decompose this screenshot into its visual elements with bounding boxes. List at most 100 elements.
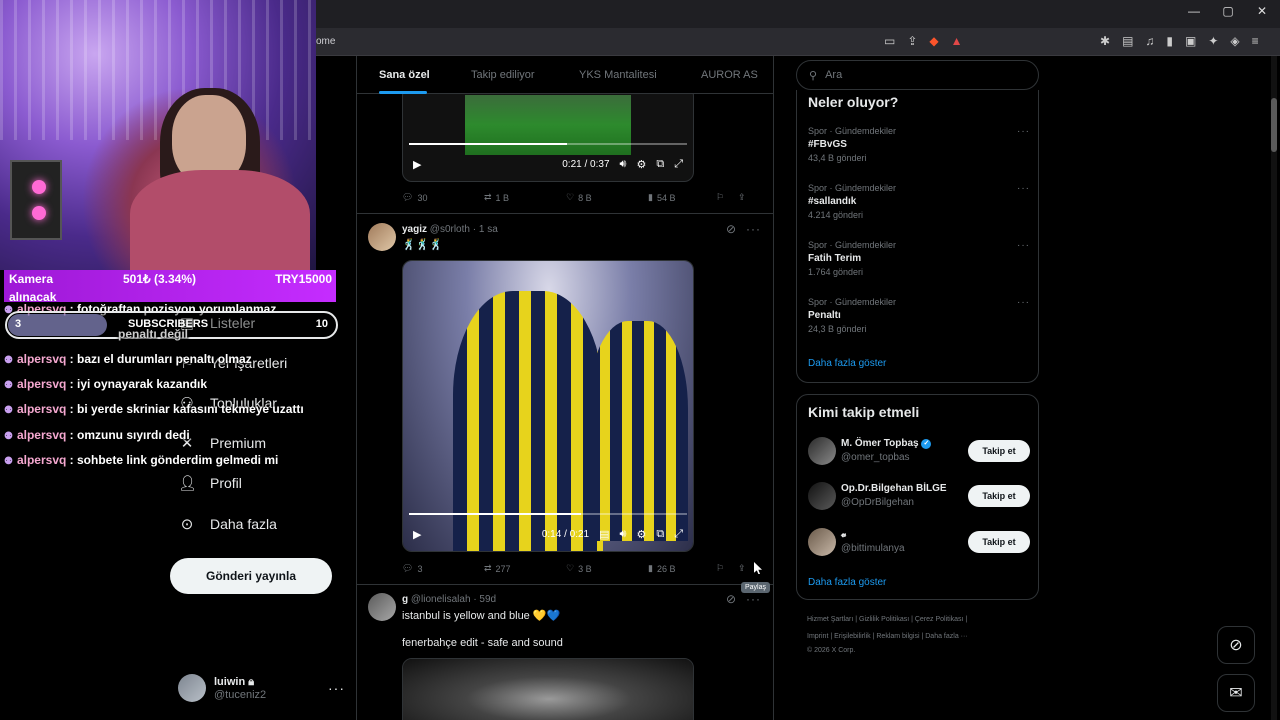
pip-icon[interactable]: ⧉ [656, 158, 664, 171]
fullscreen-icon[interactable]: ⤢ [674, 158, 683, 171]
trend-category: Spor · Gündemdekiler [808, 183, 897, 193]
views-button[interactable]: ▮ 26 B [648, 563, 716, 574]
tweet-author-name[interactable]: g [402, 594, 408, 605]
scrollbar-thumb[interactable] [1271, 98, 1277, 152]
play-icon[interactable]: ▶ [413, 528, 421, 541]
post-button[interactable]: Gönderi yayınla [170, 558, 332, 594]
sidebar-icon[interactable]: ▮ [1166, 34, 1173, 48]
brave-shield-icon[interactable]: ◆ [929, 34, 938, 48]
retweet-button[interactable]: ⇄ 277 [484, 563, 566, 574]
grok-button[interactable]: ⊘ [1217, 626, 1255, 664]
trend-more-icon[interactable]: ··· [1017, 183, 1030, 194]
leo-icon[interactable]: ✦ [1208, 34, 1218, 48]
trend-item[interactable]: Spor · Gündemdekiler #sallandık 4.214 gö… [808, 183, 1030, 220]
nav-item-premium[interactable]: ✕ Premium [178, 434, 266, 452]
tweet-video[interactable] [402, 658, 694, 720]
page-scrollbar[interactable] [1271, 56, 1277, 720]
fullscreen-icon[interactable]: ⤢ [674, 528, 683, 541]
captions-icon[interactable]: ▤ [599, 528, 609, 541]
toolbar-icons: ✱ ▤ ♫ ▮ ▣ ✦ ◈ ≡ [1100, 34, 1259, 48]
tab-following[interactable]: Takip ediliyor [471, 69, 535, 81]
follow-button[interactable]: Takip et [968, 531, 1030, 553]
bookmark-button[interactable]: ⚐ [716, 192, 738, 203]
tweet-more-icon[interactable]: ··· [746, 222, 761, 236]
video-progress[interactable] [409, 143, 687, 145]
reply-button[interactable]: 💬︎ 3 [402, 563, 484, 574]
tweet-author-name[interactable]: yagiz [402, 224, 427, 235]
volume-icon[interactable]: 🔊︎ [620, 528, 627, 541]
chat-user: alpersvq [16, 402, 67, 416]
reply-button[interactable]: 💬︎ 30 [402, 192, 484, 203]
search-input[interactable]: Ara [825, 69, 842, 81]
url-text[interactable]: ome [316, 36, 335, 47]
trend-more-icon[interactable]: ··· [1017, 240, 1030, 251]
retweet-button[interactable]: ⇄ 1 B [484, 192, 566, 203]
trend-item[interactable]: Spor · Gündemdekiler Penaltı 24,3 B gönd… [808, 297, 1030, 334]
brave-rewards-icon[interactable]: ▲ [951, 34, 963, 48]
grok-icon[interactable]: ⊘ [726, 222, 737, 236]
tweet-video[interactable]: ▶ 0:14 / 0:21 ▤ 🔊︎ ⚙ ⧉ ⤢ [402, 260, 694, 552]
timeline: ▶ 0:21 / 0:37 🔊︎ ⚙ ⧉ ⤢ 💬︎ 30 ⇄ 1 B ♡ 8 B ▮ 5… [356, 56, 774, 720]
trend-item[interactable]: Spor · Gündemdekiler Fatih Terim 1.764 g… [808, 240, 1030, 277]
pip-icon[interactable]: ⧉ [656, 528, 664, 541]
volume-icon[interactable]: 🔊︎ [620, 158, 627, 171]
screen: — ▢ ✕ ome ▭ ⇪ ◆ ▲ ✱ ▤ ♫ ▮ ▣ ✦ ◈ ≡ ▤ List… [0, 0, 1280, 720]
tweet-more-icon[interactable]: ··· [746, 592, 761, 606]
nav-item-profile[interactable]: 👤︎ Profil [178, 474, 242, 492]
wallet-icon[interactable]: ▣ [1185, 34, 1196, 48]
follow-suggestion[interactable]: 𝓿 @bittimulanya Takip et [808, 526, 1030, 558]
trend-item[interactable]: Spor · Gündemdekiler #FBvGS 43,4 B gönde… [808, 126, 1030, 163]
account-switcher[interactable]: luiwin 🔒︎ @tuceniz2 [178, 674, 266, 702]
tab-for-you[interactable]: Sana özel [379, 69, 430, 81]
bookmark-button[interactable]: ⚐ [716, 563, 738, 574]
vpn-icon[interactable]: ◈ [1230, 34, 1239, 48]
tweet-author-handle[interactable]: @lionelisalah [411, 594, 471, 605]
follow-button[interactable]: Takip et [968, 485, 1030, 507]
share-button[interactable]: ⇪ [738, 192, 760, 203]
nav-item-more[interactable]: ⊙ Daha fazla [178, 515, 277, 533]
maximize-icon[interactable]: ▢ [1220, 4, 1236, 18]
extensions-icon[interactable]: ✱ [1100, 34, 1110, 48]
menu-icon[interactable]: ≡ [1252, 34, 1259, 48]
donation-title: Kamera [9, 272, 54, 286]
share-icon[interactable]: ⇪ [907, 34, 917, 48]
like-button[interactable]: ♡ 3 B [566, 563, 648, 574]
tab-yks-mantalitesi[interactable]: YKS Mantalitesi [579, 69, 657, 81]
tab-auroras[interactable]: AUROR AS [701, 69, 758, 81]
tweet-author-handle[interactable]: @s0rloth [430, 224, 470, 235]
grok-icon[interactable]: ⊘ [726, 592, 737, 606]
cast-icon[interactable]: ▭ [884, 34, 895, 48]
view-count: 54 B [656, 192, 676, 203]
tweet-video[interactable]: ▶ 0:21 / 0:37 🔊︎ ⚙ ⧉ ⤢ [402, 86, 694, 182]
suggestion-handle: @OpDrBilgehan [841, 497, 914, 508]
footer-links[interactable]: Imprint | Erişilebilirlik | Reklam bilgi… [807, 633, 968, 640]
who-to-follow-show-more[interactable]: Daha fazla göster [808, 577, 886, 588]
tweet-time[interactable]: · 1 sa [473, 224, 498, 235]
settings-icon[interactable]: ⚙ [636, 528, 646, 541]
follow-suggestion[interactable]: Op.Dr.Bilgehan BİLGE @OpDrBilgehan Takip… [808, 480, 1030, 512]
chat-user: alpersvq [16, 428, 67, 442]
settings-icon[interactable]: ⚙ [636, 158, 646, 171]
video-progress[interactable] [409, 513, 687, 515]
avatar[interactable] [368, 223, 396, 251]
account-more-icon[interactable]: ··· [328, 680, 345, 696]
active-tab-indicator [379, 91, 427, 94]
trend-more-icon[interactable]: ··· [1017, 126, 1030, 137]
like-button[interactable]: ♡ 8 B [566, 192, 648, 203]
follow-suggestion[interactable]: M. Ömer Topbaş ✓ @omer_topbas Takip et [808, 435, 1030, 467]
close-icon[interactable]: ✕ [1254, 4, 1270, 18]
trend-name: Fatih Terim [808, 253, 862, 264]
footer-links[interactable]: Hizmet Şartları | Gizlilik Politikası | … [807, 616, 967, 623]
tweet-time[interactable]: · 59d [473, 594, 496, 605]
music-icon[interactable]: ♫ [1145, 34, 1154, 48]
minimize-icon[interactable]: — [1186, 4, 1202, 18]
avatar[interactable] [368, 593, 396, 621]
trends-show-more[interactable]: Daha fazla göster [808, 358, 886, 369]
search-bar[interactable]: ⚲ Ara [796, 60, 1039, 90]
play-icon[interactable]: ▶ [413, 158, 421, 171]
trend-more-icon[interactable]: ··· [1017, 297, 1030, 308]
reader-icon[interactable]: ▤ [1122, 34, 1133, 48]
views-button[interactable]: ▮ 54 B [648, 192, 716, 203]
messages-button[interactable]: ✉ [1217, 674, 1255, 712]
follow-button[interactable]: Takip et [968, 440, 1030, 462]
